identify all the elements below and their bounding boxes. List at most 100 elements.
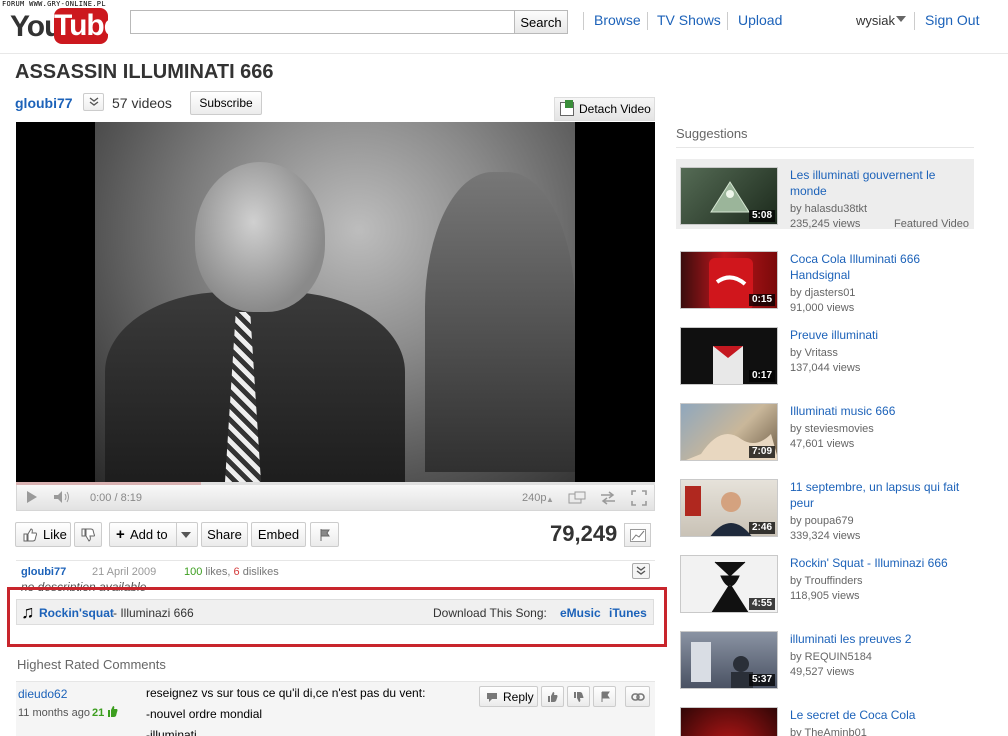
video-player[interactable] (16, 122, 655, 482)
nav-tv-shows-link[interactable]: TV Shows (657, 12, 721, 28)
suggestion-title-link[interactable]: Coca Cola Illuminati 666 Handsignal (790, 251, 970, 283)
suggestion-title-link[interactable]: Les illuminati gouvernent le monde (790, 167, 970, 199)
suggestion-title-link[interactable]: 11 septembre, un lapsus qui fait peur (790, 479, 970, 511)
expand-player-icon[interactable] (599, 491, 617, 505)
suggestion-title-link[interactable]: illuminati les preuves 2 (790, 631, 970, 647)
likes-count: 100 (184, 566, 203, 578)
featured-video-label: Featured Video (894, 218, 970, 230)
suggestion-item[interactable]: 0:15 Coca Cola Illuminati 666 Handsignal… (676, 243, 974, 314)
suggestion-item[interactable]: 5:37 illuminati les preuves 2 by REQUIN5… (676, 623, 974, 693)
suggestion-uploader: by Trouffinders (790, 575, 863, 587)
nav-divider (914, 12, 915, 30)
nav-divider (727, 12, 728, 30)
add-to-button[interactable]: + Add to (109, 522, 198, 547)
suggestion-item[interactable]: Le secret de Coca Cola by TheAminb01 (676, 699, 974, 736)
suggestion-thumbnail[interactable]: 5:37 (680, 631, 778, 689)
suggestion-uploader: by REQUIN5184 (790, 651, 872, 663)
embed-button[interactable]: Embed (251, 522, 306, 547)
comment-text-line: -nouvel ordre mondial (146, 707, 263, 721)
quality-selector[interactable]: 240p (522, 492, 546, 504)
comment-like-button[interactable] (541, 686, 564, 707)
play-icon[interactable] (26, 490, 38, 504)
suggestion-uploader: by steviesmovies (790, 423, 874, 435)
upload-date: 21 April 2009 (92, 566, 157, 578)
suggestion-views: 47,601 views (790, 438, 855, 450)
reply-label: Reply (503, 690, 534, 704)
suggestion-uploader: by halasdu38tkt (790, 203, 868, 215)
chevron-down-icon (181, 532, 191, 538)
suggestion-uploader: by TheAminb01 (790, 727, 867, 736)
suggestion-title-link[interactable]: Illuminati music 666 (790, 403, 970, 419)
uploader-link[interactable]: gloubi77 (21, 566, 66, 578)
video-info-bar: gloubi77 21 April 2009 100 likes, 6 disl… (16, 560, 655, 582)
comment-time: 11 months ago (18, 707, 90, 719)
suggestion-views: 235,245 views (790, 218, 861, 230)
suggestion-item-featured[interactable]: 5:08 Les illuminati gouvernent le monde … (676, 159, 974, 230)
nav-browse-link[interactable]: Browse (594, 12, 641, 28)
thumbs-up-icon (548, 692, 558, 702)
fullscreen-icon[interactable] (631, 490, 647, 506)
search-button[interactable]: Search (514, 10, 568, 34)
thumbs-down-icon (574, 692, 584, 702)
detach-video-label: Detach Video (579, 102, 651, 116)
suggestion-title-link[interactable]: Le secret de Coca Cola (790, 707, 970, 723)
split-divider (176, 523, 177, 546)
suggestion-uploader: by poupa679 (790, 515, 854, 527)
stats-button[interactable] (624, 523, 651, 547)
suggestion-item[interactable]: 2:46 11 septembre, un lapsus qui fait pe… (676, 471, 974, 542)
logo-tube-text: Tube (54, 8, 120, 44)
popout-icon[interactable] (568, 491, 586, 505)
like-button[interactable]: Like (15, 522, 71, 547)
channel-link[interactable]: gloubi77 (15, 95, 73, 111)
subscribe-button[interactable]: Subscribe (190, 91, 262, 115)
suggestion-uploader: by djasters01 (790, 287, 856, 299)
suggestion-title-link[interactable]: Rockin' Squat - Illuminazi 666 (790, 555, 970, 571)
comment-author-link[interactable]: dieudo62 (18, 687, 67, 701)
suggestion-thumbnail[interactable]: 0:17 (680, 327, 778, 385)
username-menu[interactable]: wysiak (856, 13, 895, 28)
comment-flag-button[interactable] (593, 686, 616, 707)
channel-video-count: 57 videos (112, 95, 172, 111)
share-button[interactable]: Share (201, 522, 248, 547)
add-to-label: Add to (130, 527, 168, 542)
video-frame (95, 122, 575, 482)
suggestion-title-link[interactable]: Preuve illuminati (790, 327, 970, 343)
likes-summary: 100 likes, 6 dislikes (184, 566, 279, 578)
flag-button[interactable] (310, 522, 339, 547)
suggestion-item[interactable]: 7:09 Illuminati music 666 by steviesmovi… (676, 395, 974, 465)
duration-badge: 4:55 (748, 598, 775, 610)
suggestion-thumbnail[interactable]: 5:08 (680, 167, 778, 225)
player-controls: 0:00 / 8:19 240p ▲ (16, 485, 655, 511)
detach-video-button[interactable]: Detach Video (554, 97, 655, 121)
suggestion-item[interactable]: 0:17 Preuve illuminati by Vritass 137,04… (676, 319, 974, 389)
flag-icon (320, 529, 330, 541)
comment-dislike-button[interactable] (567, 686, 590, 707)
comment-score: 21 (92, 707, 105, 719)
search-input[interactable] (130, 10, 515, 34)
expand-description-button[interactable] (632, 563, 650, 579)
sign-out-link[interactable]: Sign Out (925, 12, 979, 28)
suggestion-item[interactable]: 4:55 Rockin' Squat - Illuminazi 666 by T… (676, 547, 974, 617)
comment-text-line: -illuminati (146, 728, 197, 736)
suggestion-thumbnail[interactable]: 0:15 (680, 251, 778, 309)
video-title: ASSASSIN ILLUMINATI 666 (15, 61, 274, 83)
channel-dropdown-button[interactable] (83, 93, 104, 111)
nav-upload-link[interactable]: Upload (738, 12, 782, 28)
double-chevron-down-icon (636, 566, 646, 575)
suggestion-thumbnail[interactable]: 2:46 (680, 479, 778, 537)
masthead: You Tube Search Browse TV Shows Upload w… (0, 0, 1008, 54)
chevron-down-icon[interactable] (896, 16, 906, 22)
likes-word: likes, (205, 566, 231, 578)
dislike-button[interactable] (74, 522, 102, 547)
youtube-logo[interactable]: You Tube (10, 6, 120, 44)
suggestion-thumbnail[interactable]: 7:09 (680, 403, 778, 461)
quality-arrow-icon[interactable]: ▲ (546, 492, 554, 508)
suggestion-thumbnail[interactable]: 4:55 (680, 555, 778, 613)
suggestion-uploader: by Vritass (790, 347, 838, 359)
video-frame-figure-head (195, 162, 325, 312)
reply-button[interactable]: Reply (479, 686, 538, 707)
comment-link-button[interactable] (625, 686, 650, 707)
suggestion-thumbnail[interactable] (680, 707, 778, 736)
volume-icon[interactable] (53, 490, 71, 504)
nav-divider (583, 12, 584, 30)
